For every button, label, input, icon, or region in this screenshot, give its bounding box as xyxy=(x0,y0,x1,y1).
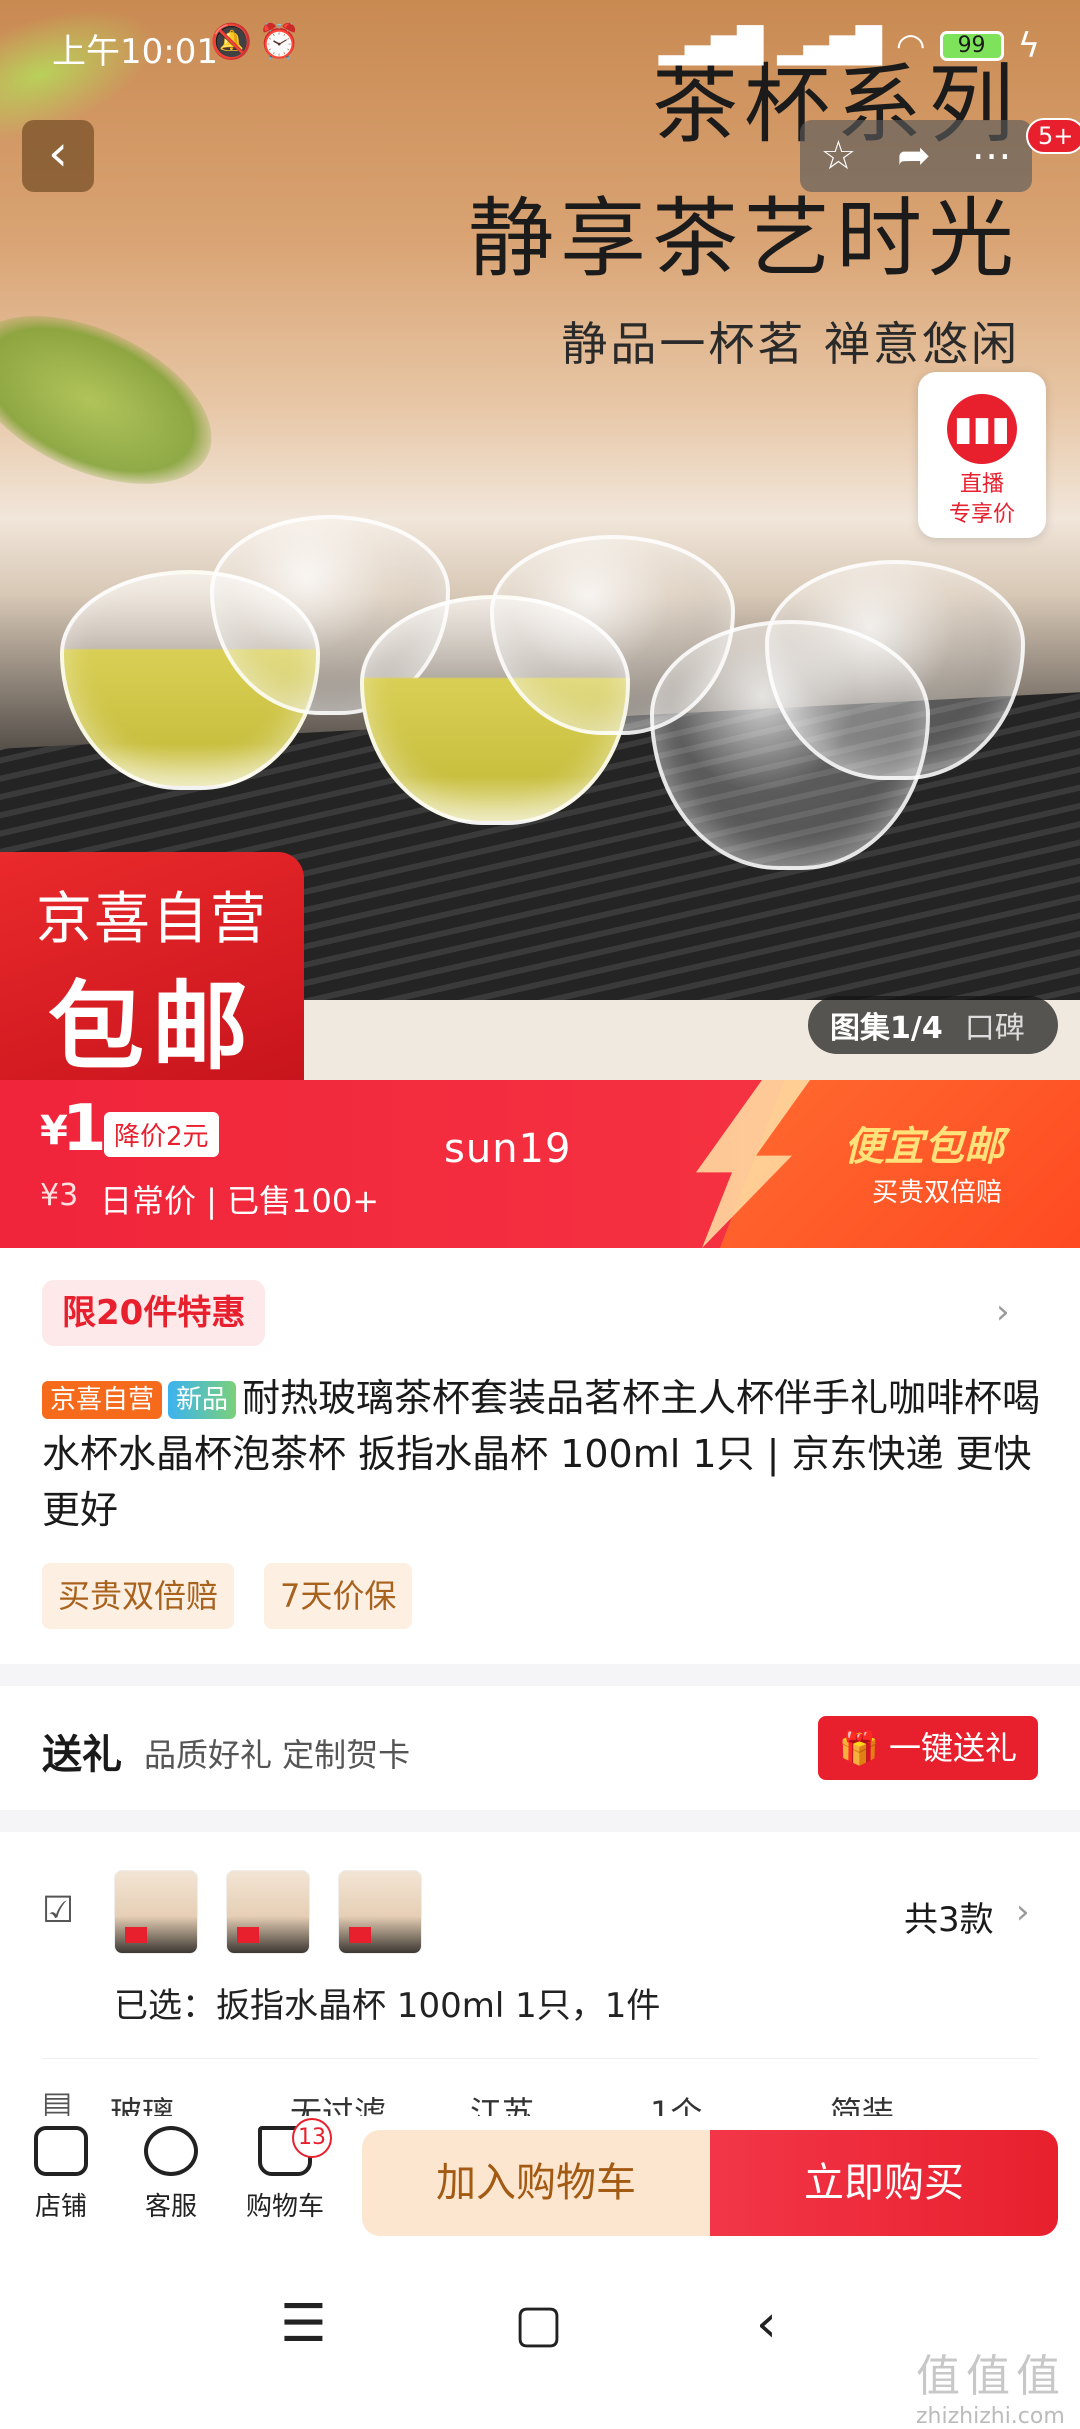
product-title: 京喜自营 新品 耐热玻璃茶杯套装品茗杯主人杯伴手礼咖啡杯喝水杯水晶杯泡茶杯 扳指水晶… xyxy=(42,1370,1042,1538)
share-icon[interactable]: ➦ xyxy=(897,133,931,179)
menu-icon[interactable]: ☰ xyxy=(280,2294,327,2354)
status-time: 上午10:01 xyxy=(52,32,218,72)
watermark-logo: 值值值 xyxy=(916,2351,1066,2402)
home-icon[interactable]: ▢ xyxy=(514,2294,563,2354)
back-button[interactable]: ‹ xyxy=(22,120,94,192)
gift-heading: 送礼 xyxy=(42,1732,122,1778)
watermark: 值值值 zhizhizhi.com xyxy=(916,2340,1066,2429)
favorite-icon[interactable]: ☆ xyxy=(820,133,856,179)
limited-offer-tag[interactable]: 限20件特惠 xyxy=(42,1280,266,1346)
cart-count-badge: 13 xyxy=(292,2118,332,2158)
service-icon xyxy=(144,2126,198,2176)
service-tag[interactable]: 7天价保 xyxy=(264,1563,413,1629)
spec-section[interactable]: ☑ 共3款 › 已选：扳指水晶杯 100ml 1只，1件 ▤ 玻璃 无过滤 江苏… xyxy=(0,1832,1080,2132)
promo-code: sun19 xyxy=(444,1126,572,1172)
service-label: 客服 xyxy=(144,2192,197,2222)
status-right: ▂▄▆█ ▂▄▆█ ◠ 99 ϟ xyxy=(659,26,1040,66)
variant-count[interactable]: 共3款 xyxy=(904,1892,994,1941)
cheap-free-shipping: 便宜包邮 xyxy=(844,1124,1004,1170)
signal-icon: ▂▄▆█ xyxy=(658,26,764,66)
chevron-right-icon[interactable]: › xyxy=(1016,1892,1030,1932)
price-banner: ¥ 1 降价2元 ¥3 日常价 | 已售100+ sun19 便宜包邮 买贵双倍… xyxy=(0,1080,1080,1248)
spec-select-icon: ☑ xyxy=(42,1890,75,1931)
original-price: ¥3 xyxy=(40,1178,79,1213)
signal-hd-icon: ▂▄▆█ xyxy=(777,26,882,66)
divider xyxy=(42,2058,1038,2059)
cart-label: 购物车 xyxy=(245,2192,324,2222)
badge-top-text: 京喜自营 xyxy=(36,887,268,952)
variant-thumbnail[interactable] xyxy=(226,1870,310,1954)
gift-icon: 🎁 xyxy=(838,1729,879,1767)
battery-icon: 99 xyxy=(939,31,1004,61)
album-switch[interactable]: 图集1/4 口碑 xyxy=(808,996,1058,1054)
back-nav-icon[interactable]: ‹ xyxy=(756,2294,777,2354)
gift-button-label: 一键送礼 xyxy=(889,1729,1018,1767)
new-tag: 新品 xyxy=(168,1381,237,1419)
message-badge: 5+ xyxy=(1026,118,1080,154)
section-divider xyxy=(0,1810,1080,1832)
watermark-url: zhizhizhi.com xyxy=(916,2404,1065,2429)
one-click-gift-button[interactable]: 🎁 一键送礼 xyxy=(818,1716,1038,1780)
top-action-bar: ☆ ➦ ⋯ xyxy=(800,120,1032,192)
store-button[interactable]: 店铺 xyxy=(16,2126,106,2223)
more-icon[interactable]: ⋯ xyxy=(972,133,1012,179)
double-compensation: 买贵双倍赔 xyxy=(872,1178,1003,1208)
alarm-icon: ⏰ xyxy=(258,22,301,62)
back-icon: ‹ xyxy=(48,124,68,182)
store-label: 店铺 xyxy=(34,2192,87,2222)
wifi-icon: ◠ xyxy=(895,26,926,66)
add-to-cart-button[interactable]: 加入购物车 xyxy=(362,2130,710,2236)
buy-now-button[interactable]: 立即购买 xyxy=(710,2130,1058,2236)
live-sublabel: 专享价 xyxy=(948,502,1015,527)
charging-icon: ϟ xyxy=(1017,26,1040,66)
service-tag[interactable]: 买贵双倍赔 xyxy=(42,1563,235,1629)
chevron-right-icon[interactable]: › xyxy=(996,1292,1010,1332)
status-bar: 上午10:01 🔕 ⏰ ▂▄▆█ ▂▄▆█ ◠ 99 ϟ xyxy=(0,0,1080,90)
hero-subtitle: 静品一杯茗 禅意悠闲 xyxy=(561,317,1020,371)
price-drop-badge: 降价2元 xyxy=(104,1112,219,1157)
bottom-action-bar: 店铺 客服 13 购物车 加入购物车 立即购买 xyxy=(0,2116,1080,2242)
jingxi-free-shipping-badge: 京喜自营 包邮 xyxy=(0,852,304,1080)
selected-variant[interactable]: 已选：扳指水晶杯 100ml 1只，1件 xyxy=(114,1978,660,2027)
gift-section: 送礼 品质好礼 定制贺卡 🎁 一键送礼 xyxy=(0,1686,1080,1810)
gift-desc: 品质好礼 定制贺卡 xyxy=(144,1736,411,1774)
leaf-decoration xyxy=(0,281,238,519)
jingxi-tag: 京喜自营 xyxy=(42,1381,163,1419)
badge-bottom-text: 包邮 xyxy=(48,971,256,1080)
album-reviews[interactable]: 口碑 xyxy=(965,1003,1025,1047)
live-label: 直播 xyxy=(959,472,1004,497)
album-current[interactable]: 图集1/4 xyxy=(808,1003,965,1047)
store-icon xyxy=(34,2126,88,2176)
mute-icon: 🔕 xyxy=(210,22,253,62)
price-value: 1 xyxy=(62,1092,107,1166)
cart-button[interactable]: 13 购物车 xyxy=(240,2118,332,2223)
section-divider xyxy=(0,1664,1080,1686)
live-exclusive-price[interactable]: ▮▮▮ 直播 专享价 xyxy=(918,372,1046,538)
variant-thumbnail[interactable] xyxy=(338,1870,422,1954)
customer-service-button[interactable]: 客服 xyxy=(126,2126,216,2223)
variant-thumbnail[interactable] xyxy=(114,1870,198,1954)
live-icon: ▮▮▮ xyxy=(947,394,1017,464)
daily-price-sold: 日常价 | 已售100+ xyxy=(100,1182,380,1220)
